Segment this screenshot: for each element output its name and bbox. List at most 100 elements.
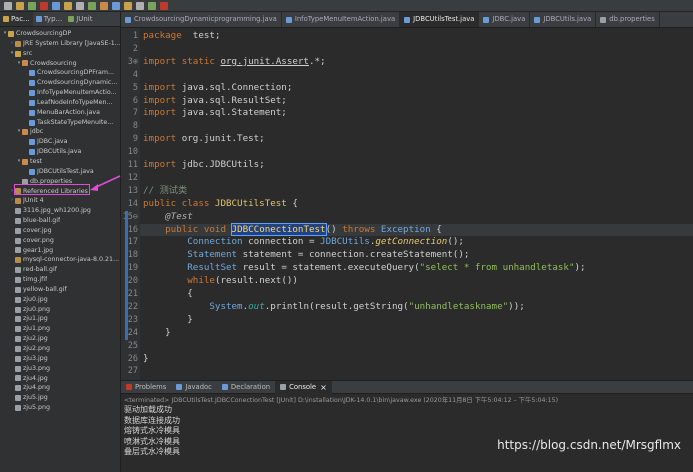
tree-item-label: CrowdsourcingDynamic... bbox=[37, 79, 118, 87]
code-editor[interactable]: 1 package test; 2 3⊕ import static org.junit… bbox=[121, 28, 693, 380]
toolbar-button-icon[interactable] bbox=[28, 2, 36, 10]
code-line[interactable]: System.out.println(result.getString("unh… bbox=[143, 300, 524, 313]
code-token: ResultSet bbox=[187, 262, 238, 274]
view-icon bbox=[35, 16, 42, 22]
java-file-icon bbox=[29, 70, 35, 77]
tree-item[interactable]: ▾ test bbox=[0, 157, 120, 167]
tree-item[interactable]: zju4.jpg bbox=[0, 374, 120, 384]
tree-item[interactable]: cover.png bbox=[0, 236, 120, 246]
tree-item[interactable]: › JUnit 4 bbox=[0, 196, 120, 206]
toolbar-button-icon[interactable] bbox=[100, 2, 108, 10]
tree-item[interactable]: TaskStateTypeMenuIte... bbox=[0, 118, 120, 128]
tree-item[interactable]: zju1.jpg bbox=[0, 314, 120, 324]
tree-item[interactable]: zju3.jpg bbox=[0, 354, 120, 364]
toolbar-button-icon[interactable] bbox=[136, 2, 144, 10]
code-line[interactable]: Statement statement = connection.createS… bbox=[143, 249, 469, 261]
tree-item[interactable]: ▾ CrowdsourcingDP bbox=[0, 29, 120, 39]
tree-item[interactable]: › JRE System Library [JavaSE-1... bbox=[0, 39, 120, 49]
code-line[interactable]: import java.sql.ResultSet; bbox=[143, 95, 287, 107]
tree-item[interactable]: zju0.png bbox=[0, 305, 120, 315]
toolbar-button-icon[interactable] bbox=[64, 2, 72, 10]
toolbar-button-icon[interactable] bbox=[4, 2, 12, 10]
code-line[interactable]: import java.sql.Statement; bbox=[143, 107, 287, 119]
tree-item[interactable]: JDBC.java bbox=[0, 137, 120, 147]
tree-item[interactable]: MenuBarAction.java bbox=[0, 108, 120, 118]
tree-item[interactable]: gear1.jpg bbox=[0, 246, 120, 256]
tree-item[interactable]: zju4.png bbox=[0, 383, 120, 393]
toolbar-button-icon[interactable] bbox=[160, 2, 168, 10]
tree-item[interactable]: zju2.png bbox=[0, 344, 120, 354]
code-line[interactable]: public class JDBCUtilsTest { bbox=[143, 198, 298, 210]
editor-tab[interactable]: InfoTypeMenuItemAction.java bbox=[282, 12, 401, 27]
toolbar-button-icon[interactable] bbox=[112, 2, 120, 10]
toolbar-button-icon[interactable] bbox=[88, 2, 96, 10]
tree-item[interactable]: LeafNodeInfoTypeMen... bbox=[0, 98, 120, 108]
code-line[interactable]: } bbox=[143, 353, 149, 365]
toolbar-button-icon[interactable] bbox=[76, 2, 84, 10]
tree-item[interactable]: JDBCUtils.java bbox=[0, 147, 120, 157]
tree-item[interactable]: cover.jpg bbox=[0, 226, 120, 236]
code-line[interactable]: } bbox=[143, 314, 193, 326]
tree-item[interactable]: ▾ Crowdsourcing bbox=[0, 59, 120, 69]
console-icon bbox=[280, 384, 287, 390]
watermark-text: https://blog.csdn.net/Mrsgflmx bbox=[497, 438, 681, 452]
tree-item[interactable]: zju0.jpg bbox=[0, 295, 120, 305]
tree-item[interactable]: CrowdsourcingDPFram... bbox=[0, 68, 120, 78]
close-icon[interactable]: × bbox=[320, 381, 327, 394]
toolbar-button-icon[interactable] bbox=[40, 2, 48, 10]
tree-item[interactable]: red-ball.gif bbox=[0, 265, 120, 275]
toolbar-button-icon[interactable] bbox=[148, 2, 156, 10]
editor-tab-label: JDBCUtilsTest.java bbox=[413, 15, 475, 23]
toolbar-button-icon[interactable] bbox=[124, 2, 132, 10]
tree-item[interactable]: CrowdsourcingDynamic... bbox=[0, 78, 120, 88]
editor-tab[interactable]: JDBCUtils.java bbox=[530, 12, 597, 27]
editor-tab[interactable]: db.properties bbox=[596, 12, 660, 27]
code-line[interactable]: import jdbc.JDBCUtils; bbox=[143, 159, 265, 171]
editor-tab[interactable]: JDBCUtilsTest.java bbox=[400, 12, 480, 27]
tree-item[interactable]: blue-ball.gif bbox=[0, 216, 120, 226]
code-line[interactable]: ResultSet result = statement.executeQuer… bbox=[143, 262, 585, 274]
tree-item[interactable]: InfoTypeMenuItemActio... bbox=[0, 88, 120, 98]
tree-item[interactable]: zju1.png bbox=[0, 324, 120, 334]
tree-item[interactable]: zju5.png bbox=[0, 403, 120, 413]
code-line[interactable]: @Test bbox=[143, 211, 193, 223]
code-line[interactable]: import org.junit.Test; bbox=[143, 133, 265, 145]
explorer-tab[interactable]: JUnit bbox=[65, 12, 95, 26]
toolbar-button-icon[interactable] bbox=[16, 2, 24, 10]
code-line[interactable]: { bbox=[143, 288, 193, 300]
code-line[interactable]: Connection connection = JDBCUtils.getCon… bbox=[143, 236, 464, 248]
code-line[interactable]: while(result.next()) bbox=[143, 275, 298, 287]
editor-tab[interactable]: JDBC.java bbox=[479, 12, 531, 27]
toolbar-button-icon[interactable] bbox=[52, 2, 60, 10]
tree-item[interactable]: zju2.jpg bbox=[0, 334, 120, 344]
code-line[interactable]: import java.sql.Connection; bbox=[143, 82, 292, 94]
console-tab[interactable]: Javadoc bbox=[171, 381, 217, 394]
editor-tab[interactable]: CrowdsourcingDynamicprogramming.java bbox=[121, 12, 282, 27]
code-line[interactable]: import static org.junit.Assert.*; bbox=[143, 56, 326, 68]
tree-item[interactable]: zju3.png bbox=[0, 364, 120, 374]
console-tab[interactable]: Problems bbox=[121, 381, 171, 394]
tree-item[interactable]: 3116.jpg_wh1200.jpg bbox=[0, 206, 120, 216]
tree-item[interactable]: ▾ src bbox=[0, 49, 120, 59]
tree-item-label: zju3.jpg bbox=[23, 354, 48, 362]
console-tab[interactable]: Declaration bbox=[217, 381, 275, 394]
tree-item-label: zju4.jpg bbox=[23, 374, 48, 382]
explorer-tab[interactable]: Pac... bbox=[0, 12, 33, 26]
console-terminated-line: <terminated> JDBCUtilsTest.JDBCConection… bbox=[124, 397, 559, 404]
console-tab[interactable]: Console × bbox=[275, 380, 332, 394]
tree-item[interactable]: mysql-connector-java-8.0.21... bbox=[0, 255, 120, 265]
line-number: 20 bbox=[127, 276, 138, 287]
code-line[interactable]: } bbox=[143, 327, 171, 339]
code-line[interactable]: public void JDBCConectionTest() throws E… bbox=[143, 222, 442, 236]
line-number: 21 bbox=[127, 289, 138, 299]
code-token: { bbox=[143, 288, 193, 299]
code-line[interactable]: // 测试类 bbox=[143, 185, 187, 197]
tree-item[interactable]: timg.jfif bbox=[0, 275, 120, 285]
tree-item-label: MenuBarAction.java bbox=[37, 108, 100, 116]
tree-item[interactable]: yellow-ball.gif bbox=[0, 285, 120, 295]
code-token: "unhandletaskname" bbox=[408, 300, 509, 312]
code-line[interactable]: package test; bbox=[143, 30, 220, 42]
tree-item[interactable]: zju5.jpg bbox=[0, 393, 120, 403]
tree-item[interactable]: ▾ jdbc bbox=[0, 127, 120, 137]
explorer-tab[interactable]: Typ... bbox=[33, 12, 65, 26]
